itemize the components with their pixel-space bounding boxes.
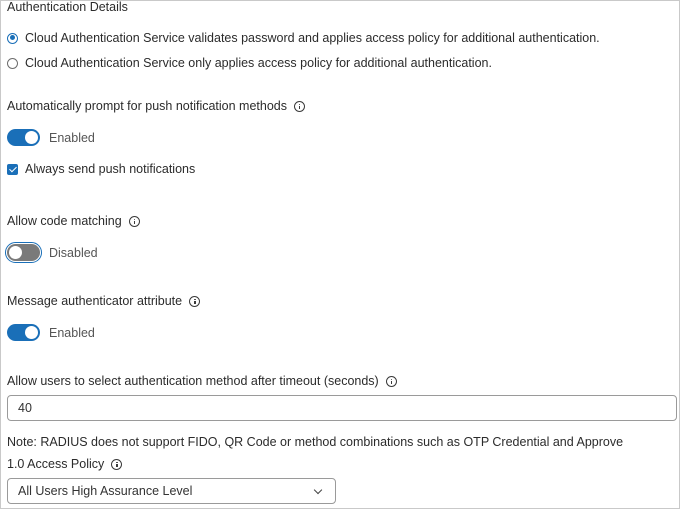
code-matching-label: Allow code matching <box>7 214 122 228</box>
timeout-input[interactable]: 40 <box>7 395 677 421</box>
radius-note: Note: RADIUS does not support FIDO, QR C… <box>7 435 624 449</box>
info-icon[interactable] <box>111 458 123 470</box>
chevron-down-icon[interactable] <box>313 485 323 494</box>
always-send-push-checkbox-row[interactable]: Always send push notifications <box>7 162 195 176</box>
code-matching-toggle-focus-ring[interactable] <box>5 242 42 263</box>
access-policy-label: 1.0 Access Policy <box>7 457 105 471</box>
code-matching-toggle-row[interactable]: Disabled <box>5 242 98 263</box>
panel-frame <box>0 0 680 509</box>
radio-option-policy-only[interactable]: Cloud Authentication Service only applie… <box>7 56 492 70</box>
info-icon[interactable] <box>294 100 305 112</box>
info-icon[interactable] <box>128 215 140 227</box>
radio-option-label: Cloud Authentication Service validates p… <box>25 31 600 45</box>
push-prompt-label: Automatically prompt for push notificati… <box>7 99 287 113</box>
timeout-label-row: Allow users to select authentication met… <box>7 374 397 388</box>
timeout-input-value: 40 <box>18 401 32 415</box>
code-matching-toggle-state: Disabled <box>49 245 98 260</box>
access-policy-selected-value: All Users High Assurance Level <box>18 484 193 498</box>
message-auth-label: Message authenticator attribute <box>7 294 183 308</box>
push-prompt-label-row: Automatically prompt for push notificati… <box>7 99 305 113</box>
message-auth-label-row: Message authenticator attribute <box>7 294 201 308</box>
push-prompt-toggle[interactable] <box>7 129 40 146</box>
always-send-push-label: Always send push notifications <box>25 162 196 176</box>
radio-option-validate[interactable]: Cloud Authentication Service validates p… <box>7 31 600 45</box>
timeout-label: Allow users to select authentication met… <box>7 374 379 388</box>
auth-details-heading: Authentication Details <box>7 0 128 14</box>
info-icon[interactable] <box>385 375 397 387</box>
push-prompt-toggle-state: Enabled <box>49 130 95 145</box>
code-matching-label-row: Allow code matching <box>7 214 140 228</box>
radio-unselected-icon[interactable] <box>7 57 18 69</box>
code-matching-toggle[interactable] <box>7 244 40 261</box>
info-icon[interactable] <box>189 295 201 307</box>
push-prompt-toggle-row[interactable]: Enabled <box>7 129 95 146</box>
radio-selected-icon[interactable] <box>7 32 18 44</box>
message-auth-toggle-row[interactable]: Enabled <box>7 324 95 341</box>
radio-option-label: Cloud Authentication Service only applie… <box>25 56 492 70</box>
message-auth-toggle-state: Enabled <box>49 325 95 340</box>
checkbox-checked-icon[interactable] <box>7 163 18 175</box>
access-policy-label-row: 1.0 Access Policy <box>7 457 123 471</box>
message-auth-toggle[interactable] <box>7 324 40 341</box>
access-policy-select[interactable]: All Users High Assurance Level <box>7 478 336 504</box>
